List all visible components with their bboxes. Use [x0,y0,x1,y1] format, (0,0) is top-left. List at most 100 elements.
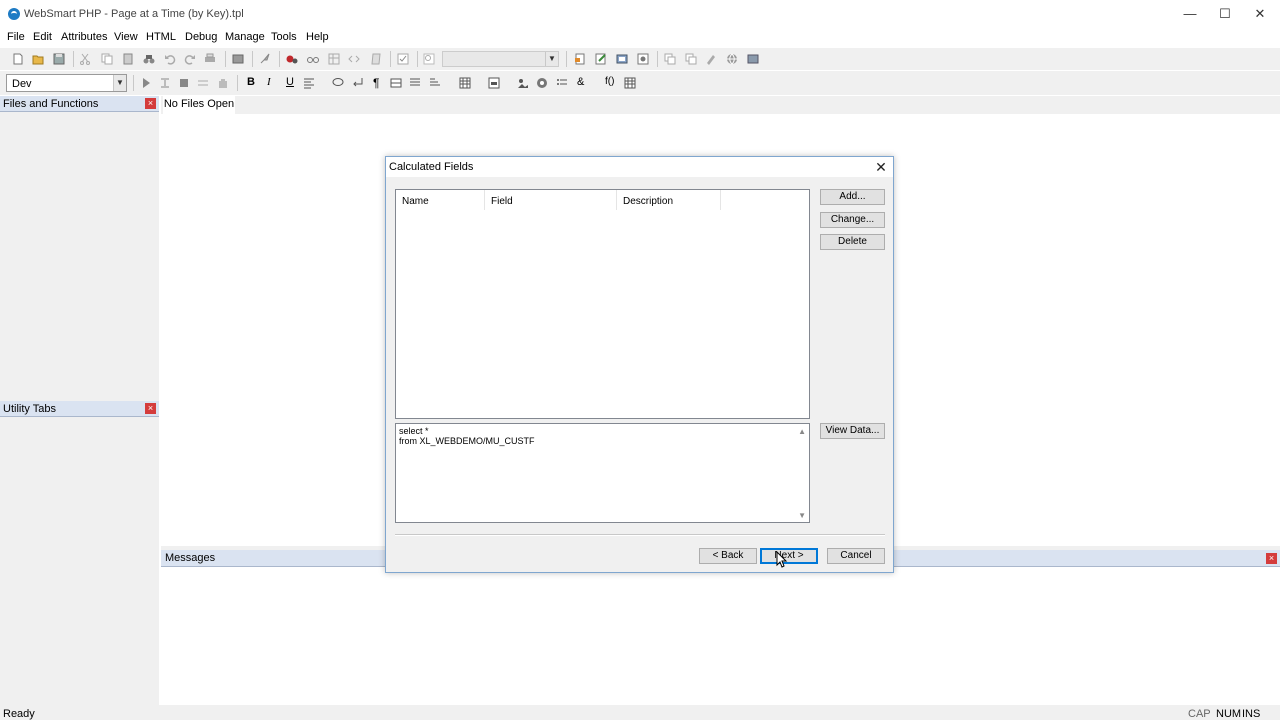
deploy-icon[interactable] [232,53,244,65]
sql-statement-box[interactable]: select * from XL_WEBDEMO/MU_CUSTF ▲ ▼ [395,423,810,523]
window-icon[interactable] [664,53,676,65]
database-icon[interactable] [616,53,628,65]
settings-page-icon[interactable] [637,53,649,65]
close-icon[interactable]: × [145,98,156,109]
wizard-icon[interactable] [705,53,717,65]
minimize-button[interactable]: — [1179,4,1201,24]
scroll-up-icon[interactable]: ▲ [798,427,806,436]
zoom-icon[interactable] [423,53,435,65]
close-icon[interactable]: × [145,403,156,414]
utility-tabs-header: Utility Tabs × [0,401,159,417]
toolbar-separator [279,51,280,67]
view-data-button[interactable]: View Data... [820,423,885,439]
validate-icon[interactable] [397,53,409,65]
new-file-icon[interactable] [12,53,24,65]
bullet-list-icon[interactable] [556,77,568,89]
scroll-down-icon[interactable]: ▼ [798,511,806,520]
menu-debug[interactable]: Debug [185,31,217,43]
run-icon[interactable] [140,77,152,89]
redo-icon[interactable] [184,53,196,65]
comment-icon[interactable] [332,77,344,89]
breakpoint-icon[interactable] [286,53,298,65]
bold-icon[interactable]: B [247,76,259,88]
edit-file-icon[interactable] [595,53,607,65]
function-icon[interactable]: f() [605,76,619,88]
find-icon[interactable] [143,53,155,65]
special-char-icon[interactable]: & [577,76,589,88]
globe-icon[interactable] [726,53,738,65]
italic-icon[interactable]: I [267,76,279,88]
underline-icon[interactable]: U [286,76,298,88]
paragraph-icon[interactable]: ¶ [373,76,385,90]
toolbar-separator [237,75,238,91]
dialog-divider [395,534,885,536]
horizontal-rule-icon[interactable] [390,77,402,89]
preview-icon[interactable] [307,53,319,65]
websmart-php-window: WebSmart PHP - Page at a Time (by Key).t… [0,0,1280,720]
calculated-fields-list[interactable]: Name Field Description [395,189,810,419]
undo-icon[interactable] [164,53,176,65]
menu-help[interactable]: Help [306,31,329,43]
table-view-icon[interactable] [328,53,340,65]
list-icon[interactable] [409,77,421,89]
editor-tab-strip: No Files Open [161,96,1280,114]
status-ins: INS [1242,708,1261,720]
grid-icon[interactable] [624,77,636,89]
menu-manage[interactable]: Manage [225,31,265,43]
next-button[interactable]: Next > [760,548,818,564]
print-icon[interactable] [204,53,216,65]
hand-icon[interactable] [217,77,229,89]
step-over-icon[interactable] [197,77,209,89]
chevron-down-icon[interactable]: ▼ [545,52,558,66]
menu-edit[interactable]: Edit [33,31,52,43]
delete-button[interactable]: Delete [820,234,885,250]
cut-icon[interactable] [79,53,91,65]
step-into-icon[interactable] [159,77,171,89]
rocket-icon[interactable] [259,53,271,65]
new-page-icon[interactable] [574,53,586,65]
status-cap: CAP [1188,708,1211,720]
close-icon[interactable]: × [1266,553,1277,564]
column-header-field[interactable]: Field [485,190,617,210]
line-break-icon[interactable] [352,77,364,89]
toolbar-separator [133,75,134,91]
change-button[interactable]: Change... [820,212,885,228]
html-tags-icon[interactable] [348,53,360,65]
open-folder-icon[interactable] [32,53,44,65]
dialog-title: Calculated Fields [389,161,474,173]
configuration-combo-value: Dev [12,78,32,90]
back-button[interactable]: < Back [699,548,757,564]
cancel-button[interactable]: Cancel [827,548,885,564]
paste-icon[interactable] [122,53,134,65]
cascade-icon[interactable] [685,53,697,65]
align-icon[interactable] [303,77,315,89]
menu-bar: File Edit Attributes View HTML Debug Man… [0,29,1280,47]
image-icon[interactable] [517,77,529,89]
table-icon[interactable] [459,77,471,89]
stop-icon[interactable] [178,77,190,89]
copy-icon[interactable] [101,53,113,65]
close-window-button[interactable]: ✕ [1249,4,1271,24]
save-icon[interactable] [53,53,65,65]
link-icon[interactable] [536,77,548,89]
files-and-functions-title: Files and Functions [3,98,99,110]
edit-page-icon[interactable] [370,53,382,65]
column-header-description[interactable]: Description [617,190,721,210]
menu-attributes[interactable]: Attributes [61,31,107,43]
export-icon[interactable] [747,53,759,65]
column-header-name[interactable]: Name [396,190,485,210]
maximize-button[interactable]: ☐ [1214,4,1236,24]
close-icon[interactable]: ✕ [873,159,889,175]
form-icon[interactable] [488,77,500,89]
menu-html[interactable]: HTML [146,31,176,43]
menu-tools[interactable]: Tools [271,31,297,43]
search-combo[interactable]: ▼ [442,51,559,67]
format-icon[interactable] [429,77,441,89]
add-button[interactable]: Add... [820,189,885,205]
configuration-combo[interactable]: Dev ▼ [6,74,127,92]
chevron-down-icon[interactable]: ▼ [113,75,126,91]
menu-file[interactable]: File [7,31,25,43]
tab-no-files-open[interactable]: No Files Open [163,96,235,114]
app-logo-icon [8,8,20,20]
menu-view[interactable]: View [114,31,138,43]
